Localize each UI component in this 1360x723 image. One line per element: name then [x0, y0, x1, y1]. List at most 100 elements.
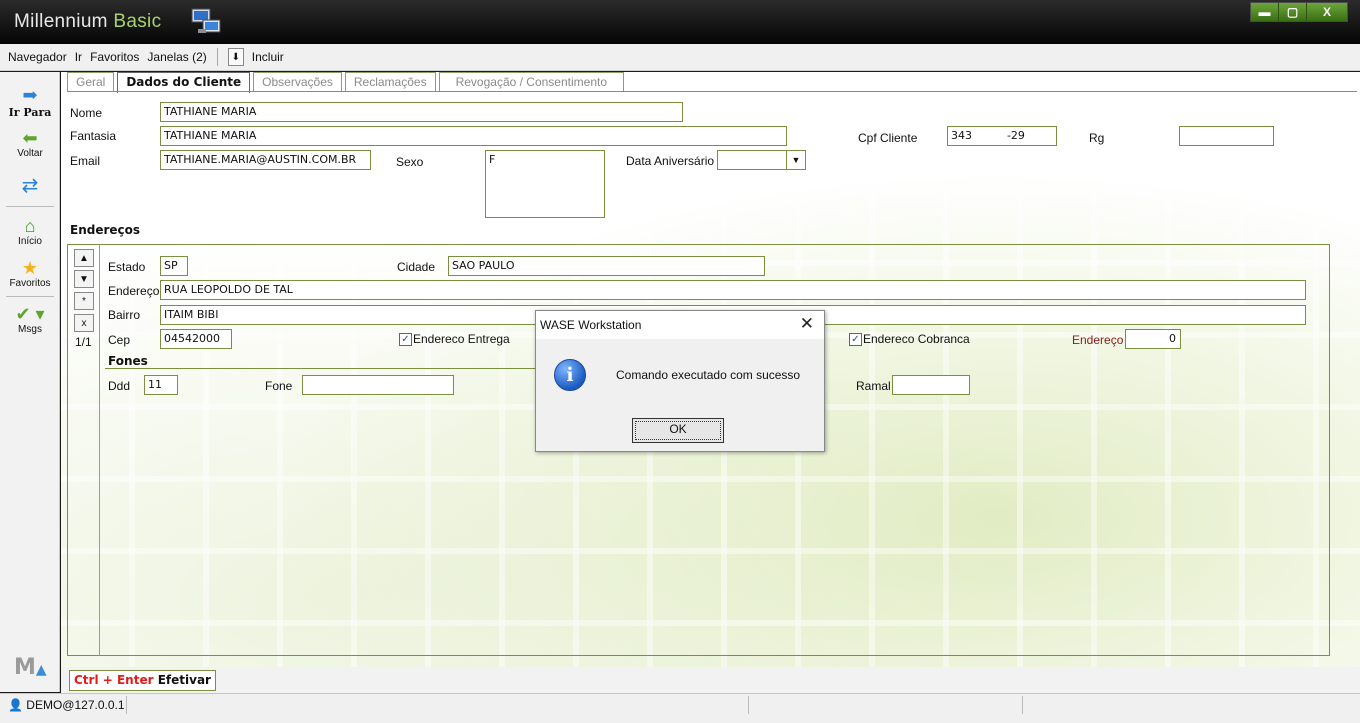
- sidebar-item-refresh[interactable]: ⇄: [0, 176, 60, 196]
- arrow-down-icon[interactable]: ⬇: [227, 48, 244, 66]
- fone-field[interactable]: [302, 375, 454, 395]
- cpf-label: Cpf Cliente: [858, 131, 918, 145]
- cobranca-checkbox[interactable]: ✓: [849, 333, 862, 346]
- sidebar-label: Ir Para: [8, 106, 52, 119]
- status-divider: [126, 696, 127, 714]
- tab-divider: [67, 91, 1357, 92]
- sexo-label: Sexo: [396, 155, 424, 169]
- ddd-field[interactable]: 11: [144, 375, 178, 395]
- fones-title: Fones: [108, 354, 148, 368]
- email-field[interactable]: TATHIANE.MARIA@AUSTIN.COM.BR: [160, 150, 371, 170]
- ramal-field[interactable]: [892, 375, 970, 395]
- nome-field[interactable]: TATHIANE MARIA: [160, 102, 683, 122]
- millennium-logo: M▲: [14, 655, 47, 680]
- menu-navegador[interactable]: Navegador: [8, 50, 67, 64]
- user-icon: 👤: [8, 698, 23, 712]
- efetivar-label: Efetivar: [157, 673, 211, 687]
- action-strip: Ctrl + Enter Efetivar: [61, 667, 1360, 693]
- status-divider: [748, 696, 749, 714]
- menu-incluir[interactable]: Incluir: [252, 50, 284, 64]
- ddd-label: Ddd: [108, 379, 131, 393]
- sidebar-item-inicio[interactable]: ⌂ Início: [0, 216, 60, 247]
- tab-dados-do-cliente[interactable]: Dados do Cliente: [117, 72, 251, 93]
- star-icon: ★: [21, 258, 39, 278]
- menu-separator: [216, 48, 218, 66]
- calendar-dropdown-icon[interactable]: ▼: [786, 151, 805, 169]
- cpf-field[interactable]: 343 -29: [947, 126, 1057, 146]
- fantasia-field[interactable]: TATHIANE MARIA: [160, 126, 787, 146]
- dialog-title-bar: WASE Workstation ✕: [536, 311, 824, 339]
- entrega-label: Endereco Entrega: [413, 332, 510, 346]
- close-window-button[interactable]: X: [1307, 3, 1347, 21]
- email-label: Email: [70, 154, 101, 168]
- nome-label: Nome: [70, 106, 103, 120]
- ok-focus-ring: [635, 421, 721, 440]
- ok-button[interactable]: OK: [632, 418, 724, 443]
- info-icon: i: [554, 359, 586, 391]
- fone-label: Fone: [265, 379, 293, 393]
- sidebar-item-voltar[interactable]: ⬅ Voltar: [0, 128, 60, 159]
- arrow-right-icon: ➡: [22, 85, 38, 106]
- sidebar-label: Voltar: [17, 148, 43, 159]
- sidebar-item-msgs[interactable]: ✔ ▾ Msgs: [0, 304, 60, 335]
- tab-bar: Geral Dados do Cliente Observações Recla…: [67, 72, 625, 93]
- endereco-num-label: Endereço: [1072, 333, 1124, 347]
- enderecos-title: Endereços: [70, 223, 141, 237]
- message-dialog: WASE Workstation ✕ i Comando executado c…: [535, 310, 825, 452]
- prev-record-button[interactable]: ▲: [74, 249, 94, 267]
- sidebar-separator: [6, 296, 54, 297]
- sidebar-label: Favoritos: [9, 278, 51, 289]
- maximize-button[interactable]: ▢: [1279, 3, 1307, 21]
- menu-bar: Navegador Ir Favoritos Janelas (2) ⬇ Inc…: [0, 44, 1360, 71]
- delete-record-button[interactable]: x: [74, 314, 94, 332]
- menu-janelas[interactable]: Janelas (2): [147, 50, 206, 64]
- cidade-field[interactable]: SAO PAULO: [448, 256, 765, 276]
- aniversario-label: Data Aniversário: [626, 154, 715, 168]
- next-record-button[interactable]: ▼: [74, 270, 94, 288]
- sidebar-item-favoritos[interactable]: ★ Favoritos: [0, 258, 60, 289]
- minimize-button[interactable]: ▬: [1251, 3, 1279, 21]
- arrow-left-icon: ⬅: [22, 128, 38, 148]
- sidebar-label: Início: [18, 236, 42, 247]
- rg-label: Rg: [1089, 131, 1105, 145]
- status-user-text: DEMO@127.0.0.1: [26, 698, 125, 712]
- sidebar-label: Msgs: [18, 324, 42, 335]
- bairro-label: Bairro: [108, 308, 141, 322]
- endereco-num-field[interactable]: 0: [1125, 329, 1181, 349]
- cidade-label: Cidade: [397, 260, 436, 274]
- dialog-title: WASE Workstation: [540, 318, 642, 332]
- estado-field[interactable]: SP: [160, 256, 188, 276]
- ramal-label: Ramal: [856, 379, 891, 393]
- workstation-logo-icon: [191, 8, 221, 33]
- record-counter: 1/1: [75, 335, 92, 349]
- endereco-label: Endereço: [108, 284, 160, 298]
- status-divider: [1022, 696, 1023, 714]
- estado-label: Estado: [108, 260, 146, 274]
- sidebar-item-ir-para[interactable]: ➡ Ir Para: [0, 85, 60, 120]
- status-user: 👤 DEMO@127.0.0.1: [8, 698, 125, 712]
- tab-observacoes[interactable]: Observações: [253, 72, 342, 91]
- rg-field[interactable]: [1179, 126, 1274, 146]
- new-record-button[interactable]: *: [74, 292, 94, 310]
- tab-geral[interactable]: Geral: [67, 72, 115, 91]
- cep-field[interactable]: 04542000: [160, 329, 232, 349]
- fantasia-label: Fantasia: [70, 129, 117, 143]
- record-navigator: ▲ ▼ * x 1/1: [70, 244, 100, 656]
- menu-ir[interactable]: Ir: [75, 50, 82, 64]
- menu-favoritos[interactable]: Favoritos: [90, 50, 139, 64]
- app-edition: Basic: [113, 11, 162, 32]
- status-bar: 👤 DEMO@127.0.0.1: [0, 693, 1360, 723]
- sidebar: ➡ Ir Para ⬅ Voltar ⇄ ⌂ Início ★ Favorito…: [0, 72, 60, 692]
- efetivar-button[interactable]: Ctrl + Enter Efetivar: [69, 670, 216, 691]
- tab-revogacao[interactable]: Revogação / Consentimento: [438, 72, 625, 91]
- entrega-checkbox[interactable]: ✓: [399, 333, 412, 346]
- sidebar-separator: [6, 206, 54, 207]
- sexo-list[interactable]: F: [485, 150, 605, 218]
- message-icon: ✔ ▾: [15, 304, 45, 324]
- cep-label: Cep: [108, 333, 131, 347]
- close-icon[interactable]: ✕: [800, 314, 814, 334]
- refresh-icon: ⇄: [21, 175, 39, 197]
- endereco-field[interactable]: RUA LEOPOLDO DE TAL: [160, 280, 1306, 300]
- shortcut-key: Ctrl + Enter: [74, 673, 154, 687]
- tab-reclamacoes[interactable]: Reclamações: [344, 72, 436, 91]
